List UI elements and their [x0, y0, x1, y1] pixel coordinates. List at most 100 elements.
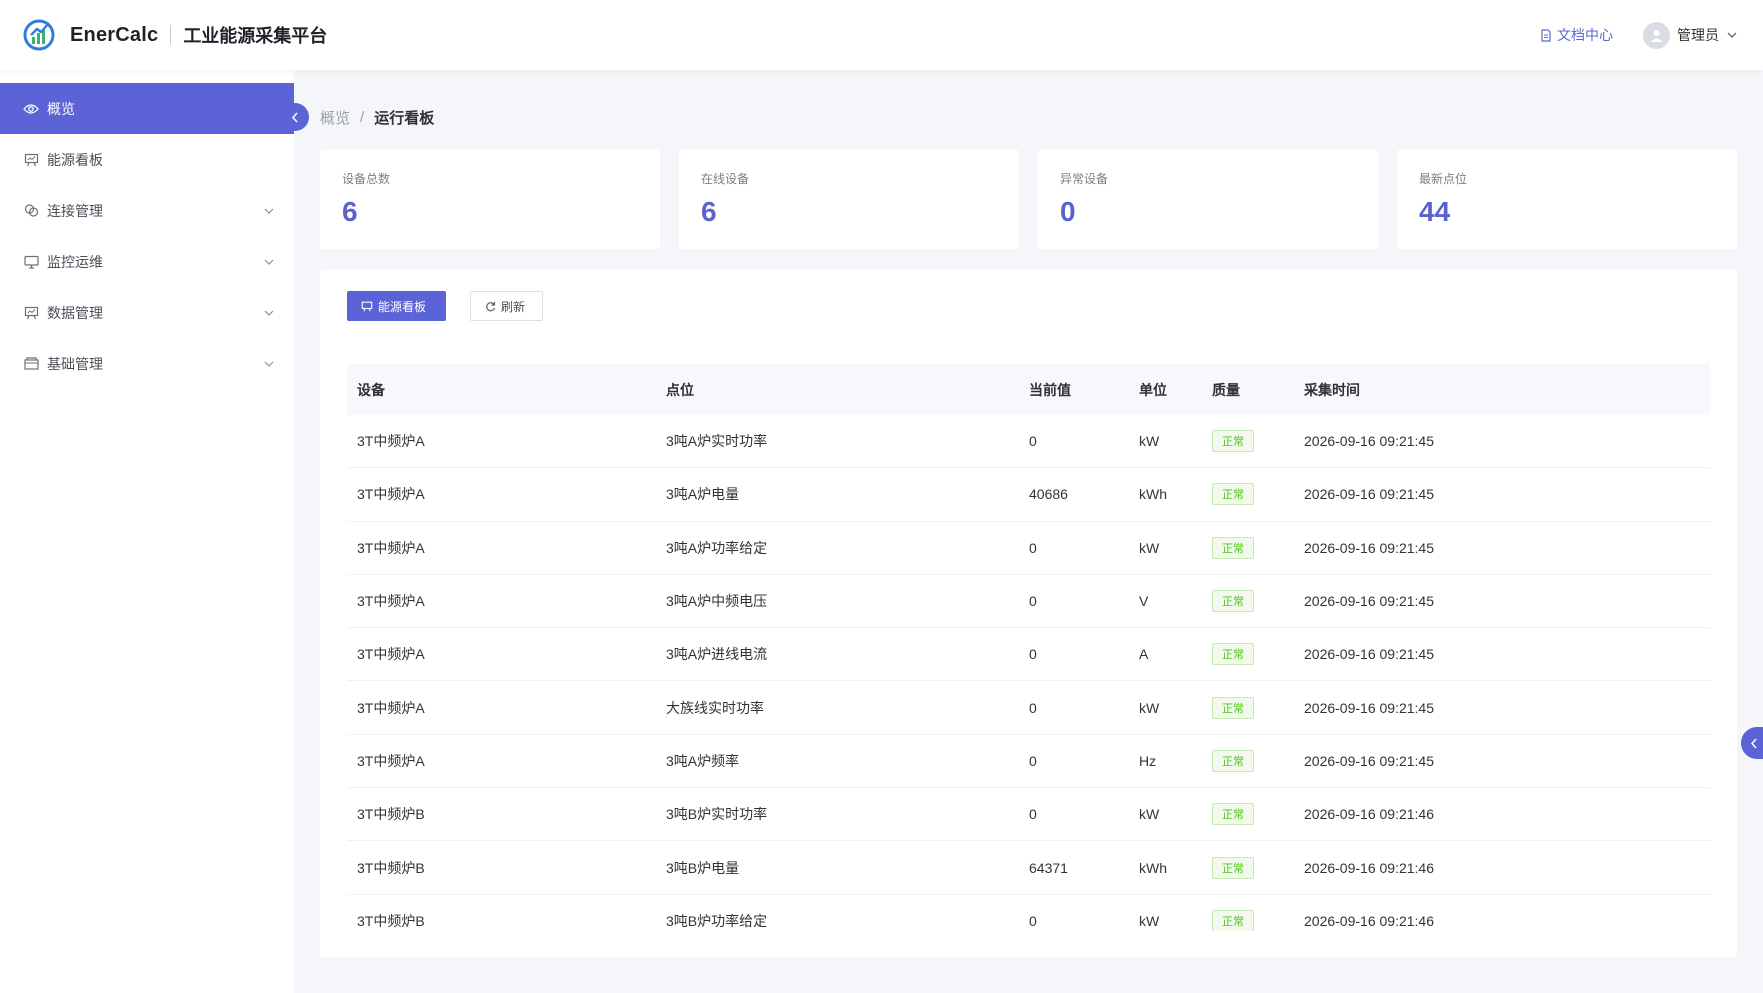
- cell-device: 3T中频炉A: [357, 699, 425, 716]
- chevron-left-icon: [291, 112, 298, 122]
- stat-card-online-devices: 在线设备 6: [679, 150, 1019, 249]
- column-header-device[interactable]: 设备: [347, 380, 666, 400]
- chevron-down-icon: [264, 361, 274, 367]
- link-icon: [24, 204, 38, 217]
- eye-icon: [23, 103, 39, 114]
- board-icon: [24, 306, 38, 319]
- sidebar: 概览 能源看板 连接管理 监控运维 数据管理 基础管理: [0, 70, 294, 993]
- chevron-down-icon: [1727, 32, 1737, 38]
- column-header-quality[interactable]: 质量: [1212, 380, 1304, 400]
- refresh-button-label: 刷新: [501, 299, 526, 314]
- refresh-icon: [486, 301, 496, 311]
- cell-value: 0: [1029, 699, 1037, 716]
- refresh-button[interactable]: 刷新: [470, 291, 543, 321]
- side-drawer-toggle[interactable]: [1741, 727, 1763, 759]
- cell-unit: V: [1139, 593, 1149, 610]
- cell-device: 3T中频炉A: [357, 486, 425, 503]
- stat-label: 异常设备: [1060, 172, 1109, 186]
- user-icon: [1650, 29, 1663, 42]
- stat-label: 最新点位: [1419, 172, 1468, 186]
- user-name: 管理员: [1677, 27, 1719, 43]
- sidebar-item-data[interactable]: 数据管理: [0, 287, 294, 338]
- sidebar-item-energy-board[interactable]: 能源看板: [0, 134, 294, 185]
- stat-label: 在线设备: [701, 172, 750, 186]
- board-icon: [24, 153, 38, 166]
- cell-point: 3吨A炉电量: [666, 486, 740, 503]
- table-row: 3T中频炉A 3吨A炉实时功率 0 kW 正常 2026-09-16 09:21…: [347, 415, 1710, 469]
- cell-point: 3吨B炉实时功率: [666, 806, 768, 823]
- table-row: 3T中频炉B 3吨B炉实时功率 0 kW 正常 2026-09-16 09:21…: [347, 788, 1710, 842]
- breadcrumb-home[interactable]: 概览: [320, 107, 350, 128]
- cell-unit: kW: [1139, 806, 1160, 823]
- sidebar-item-label: 基础管理: [47, 355, 103, 372]
- cell-point: 大族线实时功率: [666, 699, 764, 716]
- table-row: 3T中频炉A 3吨A炉中频电压 0 V 正常 2026-09-16 09:21:…: [347, 575, 1710, 629]
- cell-unit: kW: [1139, 539, 1160, 556]
- cell-point: 3吨A炉中频电压: [666, 593, 768, 610]
- stat-card-abnormal-devices: 异常设备 0: [1038, 150, 1378, 249]
- cell-time: 2026-09-16 09:21:45: [1304, 752, 1434, 769]
- cell-point: 3吨A炉频率: [666, 752, 740, 769]
- sidebar-collapse-button[interactable]: [281, 103, 309, 131]
- stat-card-total-devices: 设备总数 6: [320, 150, 660, 249]
- monitor-icon: [23, 255, 39, 269]
- cell-time: 2026-09-16 09:21:45: [1304, 646, 1434, 663]
- brand-name: EnerCalc: [70, 23, 159, 46]
- brand-divider: [170, 25, 172, 45]
- platform-name: 工业能源采集平台: [183, 26, 328, 46]
- sidebar-item-monitoring[interactable]: 监控运维: [0, 236, 294, 287]
- cell-time: 2026-09-16 09:21:46: [1304, 912, 1434, 929]
- cell-device: 3T中频炉A: [357, 593, 425, 610]
- sidebar-item-label: 数据管理: [47, 304, 103, 321]
- cell-value: 0: [1029, 593, 1037, 610]
- table-row: 3T中频炉B 3吨B炉功率给定 0 kW 正常 2026-09-16 09:21…: [347, 895, 1710, 931]
- cell-point: 3吨B炉功率给定: [666, 912, 768, 929]
- column-header-point[interactable]: 点位: [666, 380, 1029, 400]
- cell-value: 40686: [1029, 486, 1068, 503]
- cell-time: 2026-09-16 09:21:45: [1304, 433, 1434, 450]
- table-row: 3T中频炉B 3吨B炉电量 64371 kWh 正常 2026-09-16 09…: [347, 841, 1710, 895]
- top-header: EnerCalc 工业能源采集平台 文档中心 管理员: [0, 0, 1763, 70]
- logo[interactable]: EnerCalc 工业能源采集平台: [22, 18, 327, 52]
- chevron-down-icon: [264, 208, 274, 214]
- docs-center-link[interactable]: 文档中心: [1540, 25, 1613, 45]
- status-badge: 正常: [1212, 483, 1254, 506]
- cell-point: 3吨B炉电量: [666, 859, 740, 876]
- cell-unit: kWh: [1139, 486, 1167, 503]
- cell-value: 0: [1029, 433, 1037, 450]
- cell-unit: A: [1139, 646, 1149, 663]
- docs-center-label: 文档中心: [1557, 27, 1613, 43]
- column-header-value[interactable]: 当前值: [1029, 380, 1139, 400]
- cell-unit: kW: [1139, 912, 1160, 929]
- energy-board-button-label: 能源看板: [378, 299, 427, 314]
- sidebar-item-basic[interactable]: 基础管理: [0, 338, 294, 389]
- status-badge: 正常: [1212, 856, 1254, 879]
- cell-value: 0: [1029, 539, 1037, 556]
- table-row: 3T中频炉A 3吨A炉功率给定 0 kW 正常 2026-09-16 09:21…: [347, 522, 1710, 575]
- cell-value: 0: [1029, 806, 1037, 823]
- table-row: 3T中频炉A 大族线实时功率 0 kW 正常 2026-09-16 09:21:…: [347, 681, 1710, 735]
- stat-label: 设备总数: [342, 172, 391, 186]
- table-row: 3T中频炉A 3吨A炉频率 0 Hz 正常 2026-09-16 09:21:4…: [347, 735, 1710, 789]
- cell-time: 2026-09-16 09:21:45: [1304, 699, 1434, 716]
- cell-device: 3T中频炉B: [357, 912, 425, 929]
- stat-value: 44: [1419, 196, 1451, 227]
- chevron-down-icon: [264, 310, 274, 316]
- cell-device: 3T中频炉B: [357, 806, 425, 823]
- status-badge: 正常: [1212, 643, 1254, 666]
- energy-board-button[interactable]: 能源看板: [347, 291, 446, 321]
- user-menu[interactable]: 管理员: [1643, 21, 1737, 49]
- sidebar-item-overview[interactable]: 概览: [0, 83, 294, 134]
- sidebar-item-connection[interactable]: 连接管理: [0, 185, 294, 236]
- data-table: 设备 点位 当前值 单位 质量 采集时间 3T中频炉A 3吨A炉实时功率 0 k…: [347, 364, 1710, 931]
- breadcrumb-separator: /: [360, 109, 365, 126]
- chevron-down-icon: [264, 259, 274, 265]
- breadcrumb-current: 运行看板: [374, 110, 435, 127]
- cell-value: 64371: [1029, 859, 1068, 876]
- breadcrumb: 概览 / 运行看板: [320, 107, 434, 128]
- column-header-unit[interactable]: 单位: [1139, 380, 1212, 400]
- status-badge: 正常: [1212, 430, 1254, 453]
- cell-time: 2026-09-16 09:21:45: [1304, 539, 1434, 556]
- cell-point: 3吨A炉功率给定: [666, 539, 768, 556]
- column-header-time[interactable]: 采集时间: [1304, 380, 1604, 400]
